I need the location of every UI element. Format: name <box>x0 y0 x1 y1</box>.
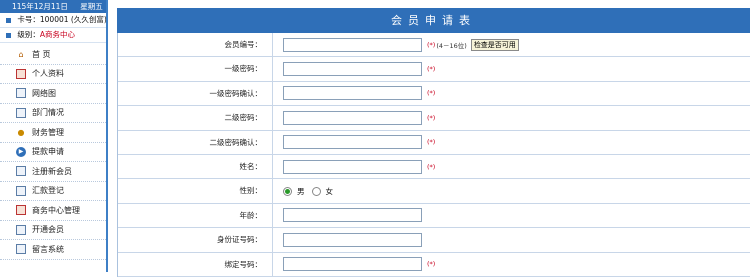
field-label: 一级密码确认： <box>118 81 273 106</box>
gender-male-label: 男 <box>297 186 305 196</box>
gender-female-radio[interactable] <box>311 186 321 196</box>
sidebar-item-label: 开通会员 <box>32 225 64 235</box>
level-info: 级别：A商务中心 <box>0 28 106 43</box>
form-row-member-no: 会员编号： (*) (4－16位) 检查是否可用 <box>118 33 750 58</box>
pwd1-confirm-input[interactable] <box>283 86 422 101</box>
sidebar-menu: ⌂ 首 页 个人资料 网络图 部门情况 ● 财务管理 ▶ 提款申请 注册新会员 <box>0 45 106 260</box>
sidebar-item-label: 部门情况 <box>32 108 64 118</box>
level-prefix: 级别： <box>17 30 40 39</box>
required-mark: (*) <box>427 89 436 98</box>
required-mark: (*) <box>427 260 436 269</box>
age-input[interactable] <box>283 208 422 223</box>
sidebar-item-message[interactable]: 留言系统 <box>0 240 106 260</box>
bullet-icon <box>6 32 11 38</box>
sidebar-item-label: 商务中心管理 <box>32 205 80 215</box>
message-icon <box>16 244 26 255</box>
required-mark: (*) <box>427 162 436 171</box>
register-icon <box>16 166 26 177</box>
field-label: 一级密码： <box>118 57 273 81</box>
open-icon <box>16 224 26 235</box>
form-row-age: 年龄： <box>118 203 750 229</box>
sidebar-item-remit[interactable]: 汇款登记 <box>0 182 106 201</box>
sidebar-item-profile[interactable]: 个人资料 <box>0 65 106 84</box>
name-input[interactable] <box>283 159 422 174</box>
pwd1-input[interactable] <box>283 62 422 77</box>
field-label: 绑定号码： <box>118 252 273 276</box>
sidebar-item-label: 个人资料 <box>32 69 64 79</box>
sidebar-item-department[interactable]: 部门情况 <box>0 104 106 123</box>
form-row-pwd1: 一级密码： (*) <box>118 57 750 82</box>
member-no-input[interactable] <box>283 37 422 52</box>
current-weekday: 星期五 <box>80 2 103 11</box>
field-label: 会员编号： <box>118 33 273 57</box>
check-availability-button[interactable]: 检查是否可用 <box>470 38 519 51</box>
sidebar-item-open-member[interactable]: 开通会员 <box>0 221 106 240</box>
bullet-icon <box>6 17 11 23</box>
required-mark: (*) <box>427 138 436 147</box>
house-icon: ⌂ <box>18 49 24 59</box>
network-icon <box>16 88 26 99</box>
form-row-pwd2: 二级密码： (*) <box>118 106 750 131</box>
sidebar-item-home[interactable]: ⌂ 首 页 <box>0 45 106 65</box>
sidebar-item-label: 留言系统 <box>32 244 64 254</box>
form-row-pwd1-confirm: 一级密码确认： (*) <box>118 81 750 107</box>
sidebar-item-label: 注册新会员 <box>32 166 72 176</box>
field-label: 二级密码： <box>118 106 273 130</box>
sidebar-item-finance[interactable]: ● 财务管理 <box>0 123 106 143</box>
current-date: 115年12月11日 <box>12 2 68 11</box>
date-bar: 115年12月11日 星期五 <box>0 0 106 13</box>
sidebar-item-label: 网络图 <box>32 88 56 98</box>
level-value: A商务中心 <box>39 30 76 39</box>
gender-female-label: 女 <box>325 186 334 196</box>
sidebar-item-withdraw[interactable]: ▶ 提款申请 <box>0 143 106 162</box>
sidebar-item-label: 首 页 <box>32 49 51 59</box>
remit-icon <box>16 185 26 196</box>
required-mark: (*) <box>427 113 436 122</box>
required-mark: (*) <box>427 40 436 49</box>
card-info: 卡号：100001 (久久创富) <box>0 13 106 28</box>
arrow-icon: ▶ <box>16 146 26 157</box>
length-hint: (4－16位) <box>436 41 467 50</box>
sidebar-item-label: 财务管理 <box>32 127 64 137</box>
department-icon <box>16 107 26 118</box>
profile-icon <box>16 68 26 79</box>
card-label: 卡号：100001 (久久创富) <box>17 15 106 24</box>
gender-male-radio[interactable] <box>283 186 292 196</box>
pwd2-confirm-input[interactable] <box>283 135 422 150</box>
field-label: 二级密码确认： <box>118 130 273 154</box>
form-row-name: 姓名： (*) <box>118 154 750 180</box>
field-label: 性别： <box>118 179 273 203</box>
field-label: 姓名： <box>118 154 273 179</box>
phone-input[interactable] <box>283 257 422 272</box>
sidebar-item-center[interactable]: 商务中心管理 <box>0 201 106 221</box>
form-row-phone: 绑定号码： (*) <box>118 252 750 277</box>
field-label: 身份证号码： <box>118 228 273 252</box>
center-icon <box>16 205 26 216</box>
form-title: 会员申请表 <box>117 8 750 33</box>
form-row-id-card: 身份证号码： <box>118 228 750 253</box>
form-row-gender: 性别： 男 女 <box>118 179 750 204</box>
coins-icon: ● <box>17 127 25 137</box>
field-label: 年龄： <box>118 203 273 228</box>
sidebar-item-label: 提款申请 <box>32 147 64 157</box>
required-mark: (*) <box>427 65 436 74</box>
sidebar-item-register[interactable]: 注册新会员 <box>0 162 106 182</box>
form-row-pwd2-confirm: 二级密码确认： (*) <box>118 130 750 155</box>
id-card-input[interactable] <box>283 232 422 247</box>
pwd2-input[interactable] <box>283 110 422 125</box>
member-application-form: 会员申请表 会员编号： (*) (4－16位) 检查是否可用 一级密码： (*)… <box>117 8 750 277</box>
sidebar: 115年12月11日 星期五 卡号：100001 (久久创富) 级别：A商务中心… <box>0 0 108 272</box>
sidebar-item-network[interactable]: 网络图 <box>0 84 106 104</box>
sidebar-item-label: 汇款登记 <box>32 186 64 196</box>
